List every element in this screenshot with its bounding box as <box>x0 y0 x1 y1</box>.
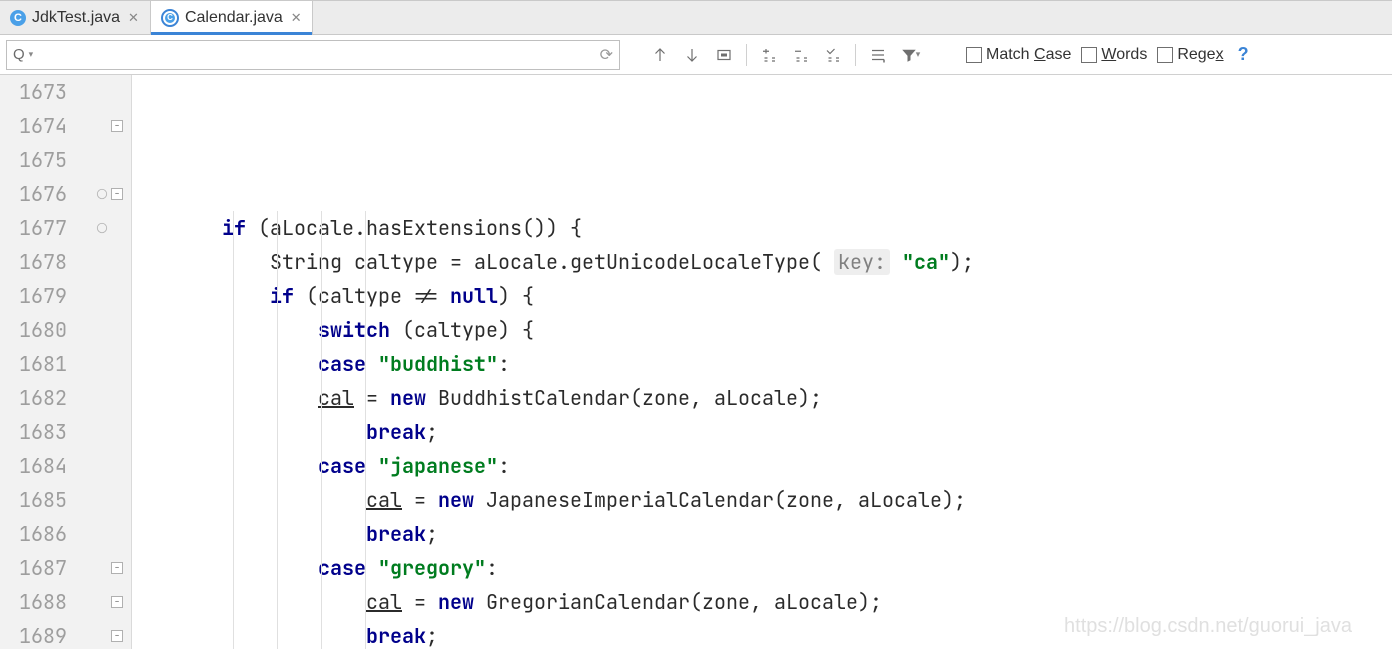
code-line[interactable]: break; <box>132 517 1392 551</box>
add-selection-next-button[interactable] <box>755 41 783 69</box>
regex-label: Regex <box>1177 46 1223 64</box>
line-number: 1677 <box>0 211 67 245</box>
code-line[interactable]: break; <box>132 619 1392 649</box>
search-icon: Q <box>13 46 25 63</box>
fold-end-icon[interactable] <box>111 562 123 574</box>
checkbox-icon <box>966 47 982 63</box>
words-checkbox[interactable]: Words <box>1081 46 1147 64</box>
code-line[interactable]: if (caltype != null) { <box>132 279 1392 313</box>
close-icon[interactable]: ✕ <box>291 10 302 26</box>
code-line[interactable]: case "buddhist": <box>132 347 1392 381</box>
line-number: 1674 <box>0 109 67 143</box>
find-toolbar: Q ▾ ⟳ ▾ Match Case Words Regex <box>0 35 1392 75</box>
line-number: 1673 <box>0 75 67 109</box>
code-line[interactable] <box>132 177 1392 211</box>
line-number: 1680 <box>0 313 67 347</box>
fold-toggle-icon[interactable] <box>111 188 123 200</box>
remove-selection-button[interactable] <box>787 41 815 69</box>
regex-checkbox[interactable]: Regex <box>1157 46 1223 64</box>
line-number: 1676 <box>0 177 67 211</box>
gutter-marker-icon <box>95 187 109 201</box>
search-box[interactable]: Q ▾ ⟳ <box>6 40 620 70</box>
fold-end-icon[interactable] <box>111 596 123 608</box>
line-number: 1678 <box>0 245 67 279</box>
line-number: 1675 <box>0 143 67 177</box>
search-history-icon[interactable]: ⟳ <box>600 45 613 65</box>
words-label: Words <box>1101 46 1147 64</box>
code-line[interactable]: break; <box>132 415 1392 449</box>
code-line[interactable]: if (aLocale.hasExtensions()) { <box>132 211 1392 245</box>
editor[interactable]: 1673167416751676167716781679168016811682… <box>0 75 1392 649</box>
select-all-button[interactable] <box>819 41 847 69</box>
tab-label: JdkTest.java <box>32 9 120 27</box>
gutter-marker-icon <box>95 221 109 235</box>
code-line[interactable]: cal = new JapaneseImperialCalendar(zone,… <box>132 483 1392 517</box>
line-number: 1684 <box>0 449 67 483</box>
gutter: 1673167416751676167716781679168016811682… <box>0 75 132 649</box>
prev-occurrence-button[interactable] <box>646 41 674 69</box>
line-number: 1686 <box>0 517 67 551</box>
line-number: 1687 <box>0 551 67 585</box>
tab-bar: C JdkTest.java ✕ C Calendar.java ✕ <box>0 1 1392 35</box>
match-case-label: Match Case <box>986 46 1071 64</box>
checkbox-icon <box>1081 47 1097 63</box>
line-number: 1681 <box>0 347 67 381</box>
tab-jdktest[interactable]: C JdkTest.java ✕ <box>0 1 150 34</box>
next-occurrence-button[interactable] <box>678 41 706 69</box>
code-line[interactable]: switch (caltype) { <box>132 313 1392 347</box>
checkbox-icon <box>1157 47 1173 63</box>
close-icon[interactable]: ✕ <box>128 10 139 26</box>
code-area[interactable]: if (aLocale.hasExtensions()) { String ca… <box>132 75 1392 649</box>
code-line[interactable]: case "japanese": <box>132 449 1392 483</box>
tab-label: Calendar.java <box>185 9 283 27</box>
fold-toggle-icon[interactable] <box>111 120 123 132</box>
line-number: 1689 <box>0 619 67 649</box>
java-class-icon: C <box>10 10 26 26</box>
select-all-occurrences-button[interactable] <box>710 41 738 69</box>
toggle-filter-popup-button[interactable] <box>864 41 892 69</box>
tab-calendar[interactable]: C Calendar.java ✕ <box>150 1 313 34</box>
search-input[interactable] <box>37 46 595 63</box>
code-line[interactable]: cal = new BuddhistCalendar(zone, aLocale… <box>132 381 1392 415</box>
match-case-checkbox[interactable]: Match Case <box>966 46 1071 64</box>
line-number: 1682 <box>0 381 67 415</box>
line-number: 1685 <box>0 483 67 517</box>
code-line[interactable]: cal = new GregorianCalendar(zone, aLocal… <box>132 585 1392 619</box>
fold-end-icon[interactable] <box>111 630 123 642</box>
help-button[interactable]: ? <box>1238 44 1249 65</box>
line-number: 1683 <box>0 415 67 449</box>
search-options-caret-icon[interactable]: ▾ <box>29 49 34 60</box>
java-library-class-icon: C <box>161 9 179 27</box>
line-number: 1679 <box>0 279 67 313</box>
separator <box>855 44 856 66</box>
line-number: 1688 <box>0 585 67 619</box>
separator <box>746 44 747 66</box>
filter-button[interactable]: ▾ <box>896 41 924 69</box>
code-line[interactable]: String caltype = aLocale.getUnicodeLocal… <box>132 245 1392 279</box>
code-line[interactable]: case "gregory": <box>132 551 1392 585</box>
